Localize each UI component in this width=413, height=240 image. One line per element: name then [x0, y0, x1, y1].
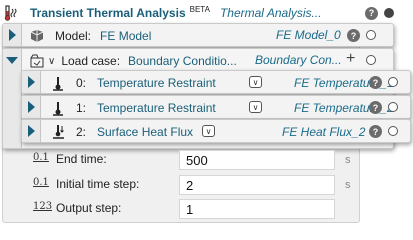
expand-arrow-icon — [27, 101, 35, 113]
model-port: Model: FE Model FE Model_0 ? — [2, 23, 394, 47]
expand-arrow-icon — [27, 125, 35, 137]
temperature-restraint-icon — [53, 102, 63, 116]
float-param-icon: 0.1 — [33, 152, 49, 163]
output-step-label: Output step: — [56, 201, 122, 215]
expand-arrow-icon — [27, 76, 35, 88]
thermal-analysis-node: Transient Thermal Analysis BETA Thermal … — [0, 0, 413, 223]
condition-row-0: 0: Temperature Restraint ∨ FE Temperatur… — [21, 70, 411, 94]
load-case-collapse-toggle[interactable] — [3, 49, 22, 148]
temperature-restraint-icon — [53, 77, 63, 91]
add-icon[interactable]: + — [346, 50, 355, 68]
model-connector-icon[interactable] — [366, 30, 376, 40]
condition-1-index: 1: — [76, 101, 87, 115]
model-help-icon[interactable]: ? — [347, 29, 360, 42]
integer-param-icon: 123 — [33, 201, 53, 212]
model-value[interactable]: FE Model — [100, 29, 151, 43]
model-expand-toggle[interactable] — [3, 24, 22, 46]
output-step-input[interactable]: 1 — [179, 199, 335, 219]
model-ref[interactable]: FE Model_0 — [276, 28, 341, 42]
load-case-label: Load case: — [61, 54, 121, 68]
condition-1-expand-toggle[interactable] — [22, 96, 41, 118]
condition-0-connector-icon[interactable] — [388, 77, 398, 87]
model-label: Model: — [55, 29, 92, 43]
condition-2-expand-toggle[interactable] — [22, 120, 41, 142]
thermal-analysis-icon — [4, 5, 17, 21]
initial-time-step-input[interactable]: 2 — [179, 175, 335, 195]
end-time-unit: s — [345, 154, 351, 166]
condition-1-name[interactable]: Temperature Restraint — [97, 101, 216, 115]
condition-2-connector-icon[interactable] — [388, 126, 398, 136]
load-case-chevron-icon[interactable]: ∨ — [48, 56, 55, 67]
condition-1-help-icon[interactable]: ? — [369, 101, 382, 114]
load-case-value[interactable]: Boundary Conditio... — [128, 54, 237, 68]
float-param-icon: 0.1 — [33, 177, 49, 188]
condition-1-dropdown-icon[interactable]: ∨ — [249, 101, 262, 113]
condition-2-dropdown-icon[interactable]: ∨ — [202, 125, 215, 137]
load-case-ref[interactable]: Boundary Con... — [255, 53, 342, 67]
beta-badge: BETA — [189, 4, 210, 14]
condition-0-dropdown-icon[interactable]: ∨ — [249, 76, 262, 88]
condition-0-expand-toggle[interactable] — [22, 71, 41, 93]
collapse-arrow-icon — [6, 57, 18, 64]
expand-arrow-icon — [8, 29, 16, 41]
condition-2-index: 2: — [76, 125, 87, 139]
end-time-input[interactable]: 500 — [179, 150, 335, 170]
condition-0-help-icon[interactable]: ? — [369, 76, 382, 89]
fe-model-icon — [30, 30, 44, 42]
help-icon[interactable]: ? — [365, 6, 378, 20]
condition-row-1: 1: Temperature Restraint ∨ FE Temperatur… — [21, 95, 411, 119]
end-time-label: End time: — [56, 152, 107, 166]
heat-flux-icon — [53, 125, 64, 139]
initial-time-step-unit: s — [345, 179, 351, 191]
condition-row-2: 2: Surface Heat Flux ∨ FE Heat Flux_2 ? — [21, 119, 411, 143]
condition-1-connector-icon[interactable] — [388, 102, 398, 112]
condition-2-help-icon[interactable]: ? — [369, 125, 382, 138]
condition-0-name[interactable]: Temperature Restraint — [97, 76, 216, 90]
initial-time-step-label: Initial time step: — [56, 177, 140, 191]
node-title: Transient Thermal Analysis — [30, 6, 186, 20]
load-case-icon — [30, 54, 44, 68]
condition-2-ref[interactable]: FE Heat Flux_2 — [282, 125, 365, 139]
status-dot-icon[interactable] — [384, 8, 394, 18]
condition-0-index: 0: — [76, 76, 87, 90]
condition-2-name[interactable]: Surface Heat Flux — [97, 125, 193, 139]
node-name[interactable]: Thermal Analysis... — [220, 6, 322, 20]
load-case-connector-icon[interactable] — [366, 55, 376, 65]
node-header: Transient Thermal Analysis BETA Thermal … — [4, 4, 409, 22]
